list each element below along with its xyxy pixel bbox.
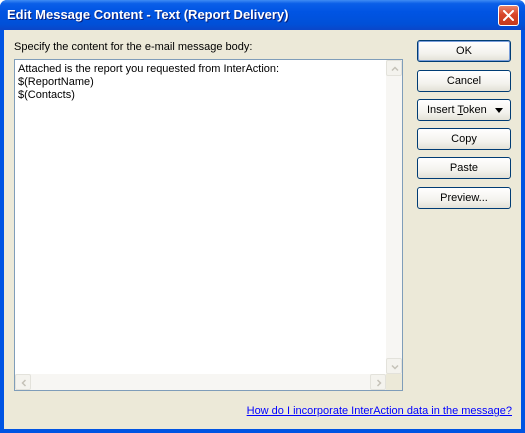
triangle-down-icon [495,108,503,113]
message-body-textarea[interactable]: Attached is the report you requested fro… [14,59,403,391]
chevron-left-icon [21,379,27,387]
chevron-up-icon [391,66,399,72]
insert-token-button[interactable]: Insert Token [417,99,511,121]
message-body-label: Specify the content for the e-mail messa… [14,41,253,53]
close-icon [503,10,514,21]
preview-button[interactable]: Preview... [417,187,511,209]
scroll-right-button[interactable] [370,374,386,390]
message-line: $(ReportName) [18,76,94,88]
title-bar[interactable]: Edit Message Content - Text (Report Deli… [0,0,525,30]
close-button[interactable] [498,5,519,26]
dialog-window: Edit Message Content - Text (Report Deli… [0,0,525,433]
message-body-text[interactable]: Attached is the report you requested fro… [18,63,383,102]
message-line: Attached is the report you requested fro… [18,63,280,75]
paste-button[interactable]: Paste [417,157,511,179]
help-link[interactable]: How do I incorporate InterAction data in… [247,405,512,417]
insert-token-mnemonic: T [457,104,463,116]
chevron-down-icon [391,364,399,370]
horizontal-scrollbar[interactable] [15,374,386,390]
scroll-up-button[interactable] [386,60,402,76]
ok-button[interactable]: OK [417,40,511,62]
vertical-scrollbar[interactable] [386,60,402,374]
scroll-left-button[interactable] [15,374,31,390]
insert-token-label: Insert Token [427,104,487,116]
window-title: Edit Message Content - Text (Report Deli… [7,7,289,22]
copy-button[interactable]: Copy [417,128,511,150]
dialog-client-area: Specify the content for the e-mail messa… [4,30,521,429]
chevron-right-icon [376,379,382,387]
scroll-down-button[interactable] [386,358,402,374]
scrollbar-corner [386,374,402,390]
message-line: $(Contacts) [18,89,75,101]
cancel-button[interactable]: Cancel [417,70,511,92]
